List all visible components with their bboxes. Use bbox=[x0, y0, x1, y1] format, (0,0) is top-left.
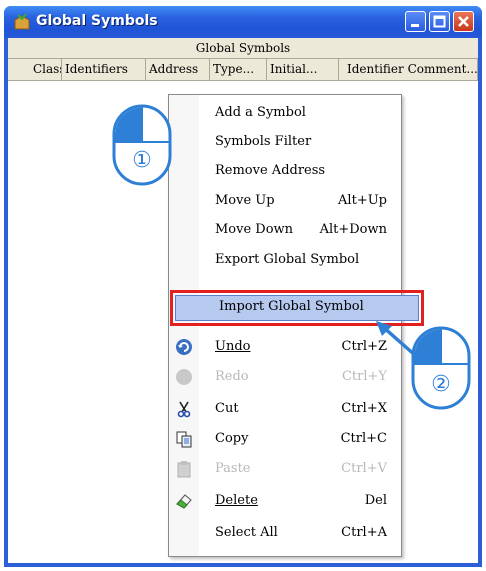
maximize-button[interactable] bbox=[429, 11, 450, 32]
menu-item-label: Move Up bbox=[215, 193, 275, 208]
menu-item-shortcut: Ctrl+V bbox=[341, 461, 387, 476]
menu-item-move-up[interactable]: Move Up Alt+Up bbox=[169, 187, 401, 215]
menu-item-label: Select All bbox=[215, 525, 278, 540]
column-identifiers[interactable]: Identifiers bbox=[62, 59, 146, 80]
menu-item-label: Copy bbox=[215, 431, 249, 446]
menu-item-shortcut: Alt+Down bbox=[319, 222, 387, 237]
menu-item-label: Move Down bbox=[215, 222, 294, 237]
menu-item-label: Symbols Filter bbox=[215, 134, 312, 149]
maximize-icon bbox=[433, 15, 446, 28]
column-type[interactable]: Type... bbox=[210, 59, 267, 80]
menu-item-redo[interactable]: Redo Ctrl+Y bbox=[169, 363, 401, 391]
paste-icon bbox=[177, 461, 191, 478]
menu-item-label: Export Global Symbol bbox=[215, 252, 360, 267]
menu-item-add-symbol[interactable]: Add a Symbol bbox=[169, 99, 401, 127]
delete-icon bbox=[176, 494, 192, 509]
menu-item-select-all[interactable]: Select All Ctrl+A bbox=[169, 519, 401, 547]
menu-item-shortcut: Ctrl+A bbox=[341, 525, 387, 540]
menu-item-label: Undo bbox=[215, 333, 250, 361]
menu-item-shortcut: Ctrl+X bbox=[341, 401, 387, 416]
pointer-arrow-icon bbox=[376, 321, 418, 358]
menu-item-paste[interactable]: Paste Ctrl+V bbox=[169, 455, 401, 483]
menu-item-shortcut: Ctrl+C bbox=[340, 431, 387, 446]
mouse-left-click-icon-2: ② bbox=[411, 326, 471, 410]
menu-item-label: Cut bbox=[215, 401, 239, 416]
title-bar[interactable]: Global Symbols bbox=[4, 6, 482, 38]
column-class[interactable]: Class bbox=[8, 59, 62, 80]
menu-item-export-global-symbol[interactable]: Export Global Symbol bbox=[169, 246, 401, 274]
column-identifier-comment[interactable]: Identifier Comment... bbox=[339, 59, 478, 80]
close-button[interactable] bbox=[453, 11, 474, 32]
menu-item-move-down[interactable]: Move Down Alt+Down bbox=[169, 216, 401, 244]
close-icon bbox=[458, 16, 469, 27]
minimize-icon bbox=[411, 24, 419, 27]
menu-item-label: Redo bbox=[215, 369, 249, 384]
undo-label: Undo bbox=[215, 339, 251, 354]
app-icon bbox=[14, 13, 30, 30]
delete-label: Delete bbox=[215, 493, 258, 508]
redo-icon bbox=[176, 369, 192, 385]
menu-item-label: Add a Symbol bbox=[215, 105, 306, 120]
menu-item-cut[interactable]: Cut Ctrl+X bbox=[169, 395, 401, 423]
undo-icon bbox=[176, 339, 192, 355]
minimize-button[interactable] bbox=[405, 11, 426, 32]
column-initial[interactable]: Initial... bbox=[267, 59, 339, 80]
mouse-left-click-icon: ① bbox=[112, 104, 172, 186]
menu-item-shortcut: Del bbox=[364, 493, 387, 508]
menu-item-symbols-filter[interactable]: Symbols Filter bbox=[169, 128, 401, 156]
cut-icon bbox=[177, 401, 191, 418]
menu-item-shortcut: Ctrl+Y bbox=[341, 369, 387, 384]
copy-icon bbox=[176, 431, 192, 448]
menu-item-copy[interactable]: Copy Ctrl+C bbox=[169, 425, 401, 453]
column-header-row: Class Identifiers Address Type... Initia… bbox=[8, 59, 478, 81]
window-title: Global Symbols bbox=[36, 13, 158, 29]
menu-item-remove-address[interactable]: Remove Address bbox=[169, 157, 401, 185]
step-2-label: ② bbox=[431, 372, 451, 397]
column-address[interactable]: Address bbox=[146, 59, 210, 80]
menu-item-label: Delete bbox=[215, 487, 258, 515]
menu-item-shortcut: Alt+Up bbox=[338, 193, 387, 208]
menu-item-undo[interactable]: Undo Ctrl+Z bbox=[169, 333, 401, 361]
menu-item-delete[interactable]: Delete Del bbox=[169, 487, 401, 515]
step-1-label: ① bbox=[132, 148, 152, 173]
column-group-header: Global Symbols bbox=[8, 38, 478, 59]
menu-item-label: Remove Address bbox=[215, 163, 326, 178]
menu-item-label: Paste bbox=[215, 461, 251, 476]
